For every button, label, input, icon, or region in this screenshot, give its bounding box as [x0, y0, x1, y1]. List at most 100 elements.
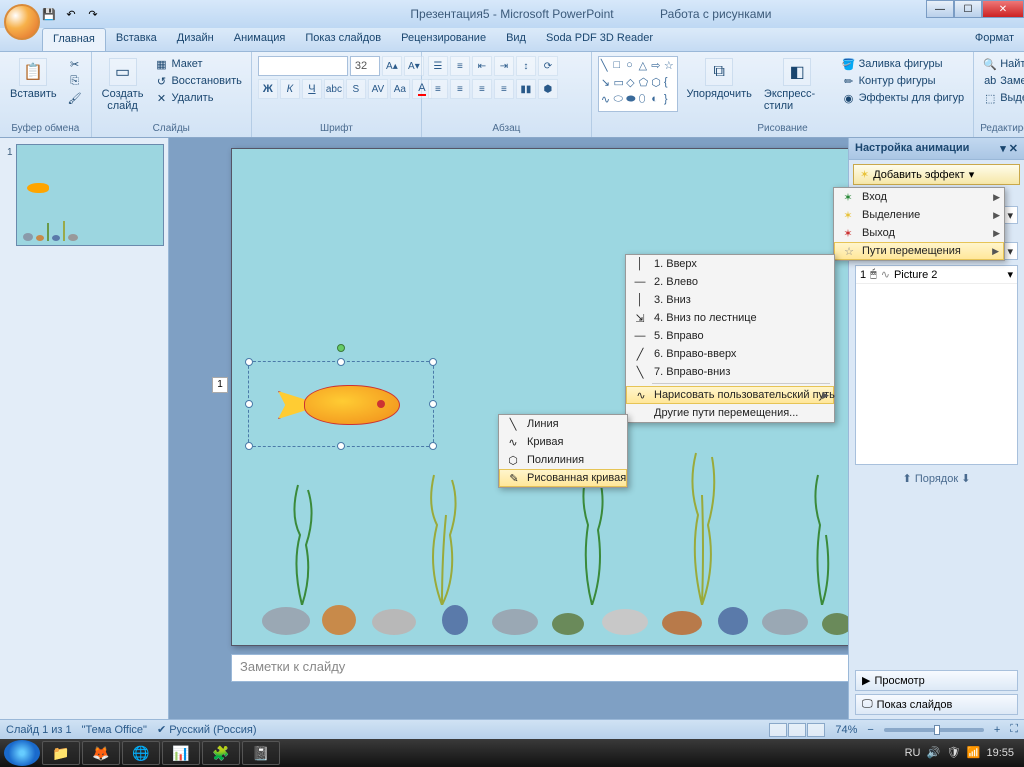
menu-item-up[interactable]: │1. Вверх — [626, 255, 834, 273]
task-item[interactable]: 📓 — [242, 741, 280, 765]
menu-item-emphasis[interactable]: ✶Выделение▶ — [834, 206, 1004, 224]
underline-button[interactable]: Ч — [302, 79, 322, 99]
task-item[interactable]: 🧩 — [202, 741, 240, 765]
task-item[interactable]: 📁 — [42, 741, 80, 765]
resize-handle-s[interactable] — [337, 442, 345, 450]
spacing-button[interactable]: AV — [368, 79, 388, 99]
flag-icon[interactable]: 🔊 — [926, 746, 940, 760]
office-button[interactable] — [4, 4, 40, 40]
tab-soda-pdf[interactable]: Soda PDF 3D Reader — [536, 28, 663, 51]
pane-close-icon[interactable]: ▾ ✕ — [1000, 142, 1018, 155]
tab-insert[interactable]: Вставка — [106, 28, 167, 51]
text-direction-button[interactable]: ⟳ — [538, 56, 558, 76]
shield-icon[interactable]: 🛡 — [946, 746, 960, 760]
slide-thumbnail[interactable]: 1 — [16, 144, 164, 246]
numbering-button[interactable]: ≡ — [450, 56, 470, 76]
slideshow-button[interactable]: 🖵Показ слайдов — [855, 694, 1018, 715]
format-painter-button[interactable]: 🖌 — [65, 90, 85, 106]
move-down-button[interactable]: ⬇ — [961, 473, 970, 485]
select-button[interactable]: ⬚Выделить — [980, 90, 1024, 106]
clock[interactable]: 19:55 — [986, 747, 1014, 759]
columns-button[interactable]: ▮▮ — [516, 79, 536, 99]
paste-button[interactable]: 📋 Вставить — [6, 56, 61, 102]
arrange-button[interactable]: ⧉ Упорядочить — [682, 56, 755, 102]
resize-handle-w[interactable] — [245, 400, 253, 408]
chevron-down-icon[interactable]: ▾ — [1007, 268, 1013, 281]
replace-button[interactable]: abЗаменить — [980, 73, 1024, 89]
indent-inc-button[interactable]: ⇥ — [494, 56, 514, 76]
align-right-button[interactable]: ≡ — [472, 79, 492, 99]
reset-button[interactable]: ↺Восстановить — [151, 73, 244, 89]
find-button[interactable]: 🔍Найти — [980, 56, 1024, 72]
zoom-level[interactable]: 74% — [835, 724, 857, 736]
new-slide-button[interactable]: ▭ Создать слайд — [98, 56, 148, 114]
resize-handle-se[interactable] — [429, 442, 437, 450]
start-button[interactable] — [4, 740, 40, 766]
zoom-out-button[interactable]: − — [867, 724, 873, 736]
tab-design[interactable]: Дизайн — [167, 28, 224, 51]
fish-shape[interactable] — [278, 377, 408, 429]
zoom-in-button[interactable]: + — [994, 724, 1000, 736]
shape-effects-button[interactable]: ◉Эффекты для фигур — [839, 90, 968, 106]
undo-icon[interactable]: ↶ — [62, 5, 80, 23]
menu-item-curve[interactable]: ∿Кривая — [499, 433, 627, 451]
tab-slideshow[interactable]: Показ слайдов — [295, 28, 391, 51]
animation-list-item[interactable]: 1 🖱 ∿ Picture 2 ▾ — [856, 266, 1017, 284]
add-effect-button[interactable]: ✶ Добавить эффект ▾ — [853, 164, 1020, 185]
resize-handle-nw[interactable] — [245, 358, 253, 366]
menu-item-motion-paths[interactable]: ☆Пути перемещения▶ — [834, 242, 1004, 260]
menu-item-freeform[interactable]: ⬡Полилиния — [499, 451, 627, 469]
menu-item-stairs[interactable]: ⇲4. Вниз по лестнице — [626, 309, 834, 327]
fit-button[interactable]: ⛶ — [1010, 723, 1018, 736]
task-item[interactable]: 🦊 — [82, 741, 120, 765]
rotate-handle[interactable] — [337, 344, 345, 352]
font-family-combo[interactable] — [258, 56, 348, 76]
align-center-button[interactable]: ≡ — [450, 79, 470, 99]
resize-handle-e[interactable] — [429, 400, 437, 408]
shape-outline-button[interactable]: ✏Контур фигуры — [839, 73, 968, 89]
layout-button[interactable]: ▦Макет — [151, 56, 244, 72]
menu-item-custom-path[interactable]: ∿Нарисовать пользовательский путь▶ — [626, 386, 834, 404]
italic-button[interactable]: К — [280, 79, 300, 99]
align-left-button[interactable]: ≡ — [428, 79, 448, 99]
cut-button[interactable]: ✂ — [65, 56, 85, 72]
tab-view[interactable]: Вид — [496, 28, 536, 51]
minimize-button[interactable]: — — [926, 0, 954, 18]
preview-button[interactable]: ▶Просмотр — [855, 670, 1018, 691]
font-size-combo[interactable]: 32 — [350, 56, 380, 76]
indent-dec-button[interactable]: ⇤ — [472, 56, 492, 76]
close-button[interactable]: ✕ — [982, 0, 1024, 18]
justify-button[interactable]: ≡ — [494, 79, 514, 99]
zoom-thumb[interactable] — [934, 725, 940, 735]
quick-styles-button[interactable]: ◧ Экспресс-стили — [760, 56, 835, 114]
shapes-gallery[interactable]: ╲□○△⇨☆ ↘▭◇⬠⬡{ ∿⬭⬬⬯◐} — [598, 56, 679, 112]
menu-item-exit[interactable]: ✶Выход▶ — [834, 224, 1004, 242]
redo-icon[interactable]: ↷ — [84, 5, 102, 23]
shape-fill-button[interactable]: 🪣Заливка фигуры — [839, 56, 968, 72]
maximize-button[interactable]: ☐ — [954, 0, 982, 18]
bold-button[interactable]: Ж — [258, 79, 278, 99]
tab-animation[interactable]: Анимация — [224, 28, 296, 51]
task-item[interactable]: 🌐 — [122, 741, 160, 765]
notes-pane[interactable]: Заметки к слайду — [231, 654, 848, 682]
copy-button[interactable]: ⎘ — [65, 73, 85, 89]
lang-indicator[interactable]: RU — [905, 747, 921, 759]
smartart-button[interactable]: ⬢ — [538, 79, 558, 99]
animation-list[interactable]: 1 🖱 ∿ Picture 2 ▾ — [855, 265, 1018, 465]
resize-handle-ne[interactable] — [429, 358, 437, 366]
menu-item-down[interactable]: │3. Вниз — [626, 291, 834, 309]
task-item[interactable]: 📊 — [162, 741, 200, 765]
menu-item-left[interactable]: —2. Влево — [626, 273, 834, 291]
shrink-font-button[interactable]: A▾ — [404, 56, 424, 76]
resize-handle-sw[interactable] — [245, 442, 253, 450]
zoom-slider[interactable] — [884, 728, 984, 732]
sorter-view-button[interactable] — [788, 723, 806, 737]
line-spacing-button[interactable]: ↕ — [516, 56, 536, 76]
menu-item-right[interactable]: —5. Вправо — [626, 327, 834, 345]
case-button[interactable]: Aa — [390, 79, 410, 99]
shadow-button[interactable]: S — [346, 79, 366, 99]
bullets-button[interactable]: ☰ — [428, 56, 448, 76]
grow-font-button[interactable]: A▴ — [382, 56, 402, 76]
network-icon[interactable]: 📶 — [966, 746, 980, 760]
resize-handle-n[interactable] — [337, 358, 345, 366]
